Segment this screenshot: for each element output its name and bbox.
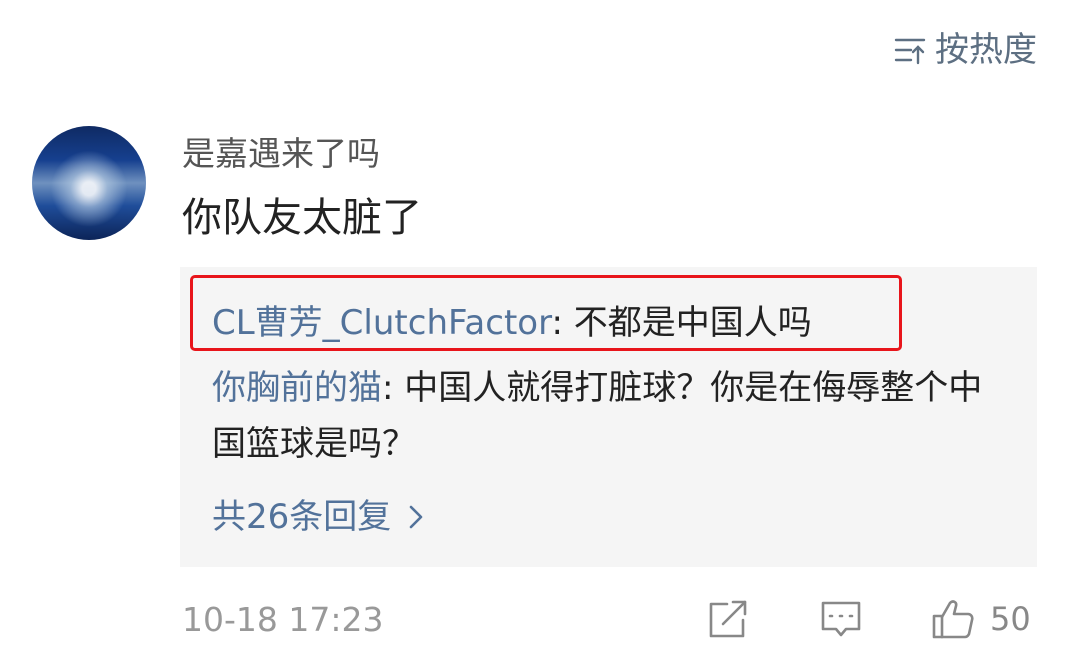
reply-button[interactable] (818, 596, 864, 642)
chevron-right-icon (409, 505, 423, 529)
thumbs-up-icon (932, 600, 974, 639)
view-all-replies-link[interactable]: 共26条回复 (212, 489, 427, 545)
reply-username[interactable]: 你胸前的猫 (212, 368, 382, 408)
reply-preview-box[interactable]: CL曹芳_ClutchFactor: 不都是中国人吗 你胸前的猫: 中国人就得打… (180, 267, 1037, 567)
like-button[interactable]: 50 (930, 596, 1031, 642)
comment-icon (821, 601, 861, 637)
comment-text: 你队友太脏了 (182, 195, 422, 241)
reply-username[interactable]: CL曹芳_ClutchFactor (212, 303, 551, 343)
avatar[interactable] (32, 126, 146, 240)
more-replies-label: 共26条回复 (212, 497, 392, 537)
reply-item[interactable]: 你胸前的猫: 中国人就得打脏球？你是在侮辱整个中国篮球是吗？ (212, 360, 1012, 472)
sort-label: 按热度 (935, 30, 1037, 70)
reply-item[interactable]: CL曹芳_ClutchFactor: 不都是中国人吗 (212, 295, 1012, 351)
like-count: 50 (990, 600, 1031, 638)
share-button[interactable] (705, 596, 751, 642)
comment-timestamp: 10-18 17:23 (182, 600, 384, 639)
share-icon (709, 600, 747, 638)
sort-by-popularity-button[interactable]: 按热度 (893, 28, 1037, 72)
comment-username[interactable]: 是嘉遇来了吗 (182, 132, 380, 176)
sort-icon (894, 38, 926, 65)
reply-text: : 不都是中国人吗 (551, 303, 812, 343)
